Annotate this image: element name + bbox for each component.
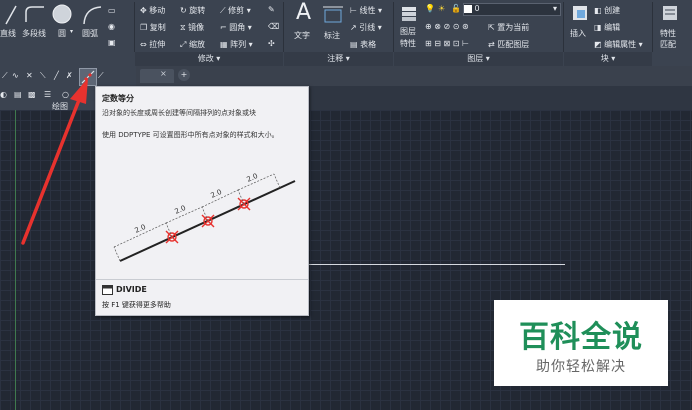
watermark-title: 百科全说 [519, 320, 643, 355]
tooltip-divider [96, 279, 308, 280]
dimension-label: 2.0 [210, 188, 223, 200]
watermark-subtitle: 助你轻松解决 [536, 359, 626, 375]
dimension-label: 2.0 [174, 204, 187, 216]
command-icon [102, 285, 113, 295]
tooltip-help: 按 F1 键获得更多帮助 [102, 301, 171, 309]
tooltip-description: 沿对象的长度或周长创建等间隔排列的点对象或块 [102, 109, 256, 117]
divide-tooltip: 定数等分 沿对象的长度或周长创建等间隔排列的点对象或块 使用 DDPTYPE 可… [95, 86, 309, 316]
tooltip-command: DIVIDE [116, 285, 147, 294]
divide-illustration: 2.0 2.0 2.0 2.0 [113, 172, 296, 262]
dimension-label: 2.0 [134, 223, 147, 235]
dimension-label: 2.0 [246, 172, 259, 184]
tooltip-extra: 使用 DDPTYPE 可设置图形中所有点对象的样式和大小。 [102, 131, 279, 139]
watermark: 百科全说 助你轻松解决 [494, 300, 668, 386]
tooltip-title: 定数等分 [102, 94, 134, 103]
